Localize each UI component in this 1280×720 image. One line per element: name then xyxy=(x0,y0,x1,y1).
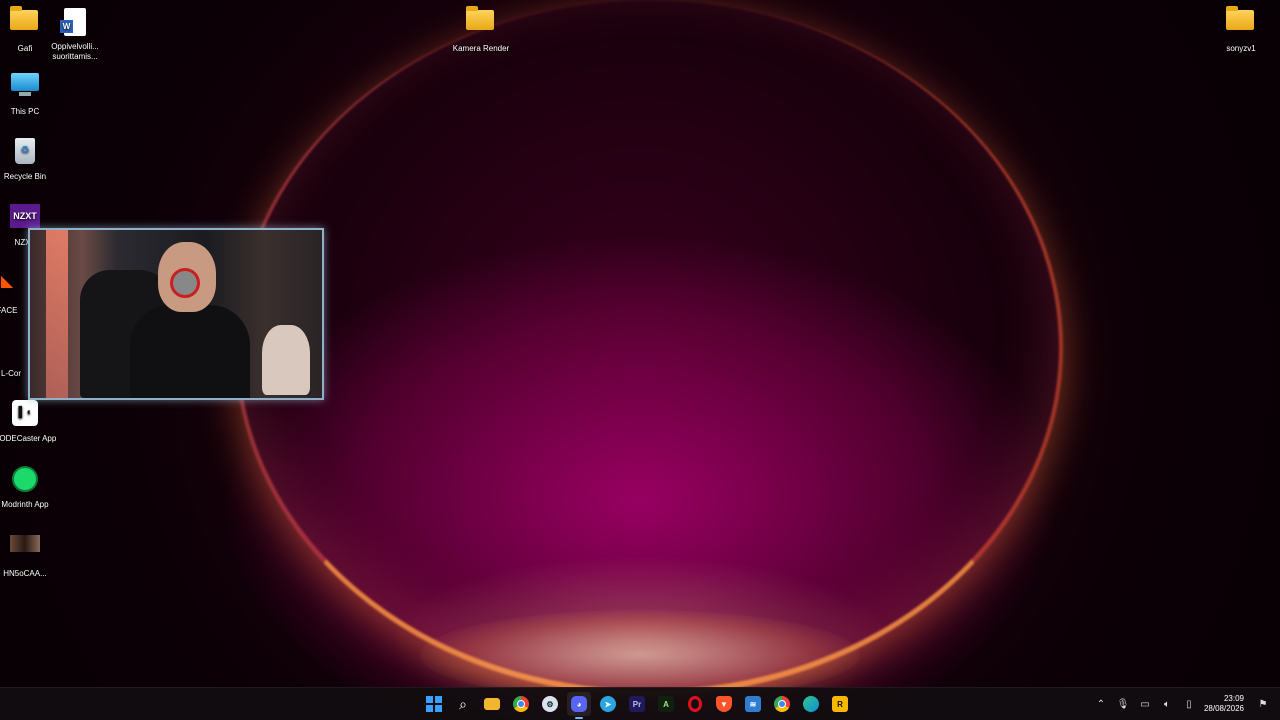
windows-start-icon xyxy=(426,696,442,712)
desktop-icon-label: HN5oCAA... xyxy=(3,569,47,578)
rodecaster-icon: ▌◖ xyxy=(10,400,40,430)
telegram-icon: ➤ xyxy=(600,696,616,712)
wallpaper-ring xyxy=(235,0,1063,696)
taskbar-telegram[interactable]: ➤ xyxy=(596,692,620,716)
desktop-icon-label: RODECaster App xyxy=(0,434,57,443)
taskbar-file-explorer[interactable] xyxy=(480,692,504,716)
l-connect-icon xyxy=(0,335,26,365)
taskbar-steam[interactable]: ⚙ xyxy=(538,692,562,716)
start-button[interactable] xyxy=(422,692,446,716)
battery-icon[interactable]: ▯ xyxy=(1182,699,1196,710)
taskbar-rockstar[interactable]: R xyxy=(828,692,852,716)
network-icon[interactable]: ▭ xyxy=(1138,699,1152,710)
taskbar-apps: ⌕ ⚙ ◕ ➤ Pr A ▼ ≋ R xyxy=(422,688,852,720)
clock-date: 28/08/2026 xyxy=(1203,704,1244,713)
desktop-icon-rodecaster[interactable]: ▌◖ RODECaster App xyxy=(0,396,57,444)
taskbar-discord[interactable]: ◕ xyxy=(567,692,591,719)
taskbar-brave[interactable]: ▼ xyxy=(712,692,736,716)
desktop-icon-label: This PC xyxy=(10,107,40,116)
desktop-icon-this-pc[interactable]: This PC xyxy=(0,69,57,117)
steam-icon: ⚙ xyxy=(542,696,558,712)
recycle-bin-icon: ♻ xyxy=(10,138,40,168)
clock-time: 23:09 xyxy=(1223,694,1244,703)
clock[interactable]: 23:09 28/08/2026 xyxy=(1204,694,1244,714)
desktop-icon-hn5ocaa[interactable]: HN5oCAA... xyxy=(0,527,57,579)
taskbar-a-app[interactable]: A xyxy=(654,692,678,716)
blue-app-icon: ≋ xyxy=(745,696,761,712)
monitor-icon xyxy=(10,73,40,103)
desktop-icon-label: Oppivelvolli... suorittamis... xyxy=(51,42,99,61)
chrome-icon xyxy=(774,696,790,712)
desktop-icon-oppivelvolli[interactable]: W Oppivelvolli... suorittamis... xyxy=(43,4,107,62)
rockstar-icon: R xyxy=(832,696,848,712)
opera-icon xyxy=(688,696,702,712)
chrome-icon xyxy=(513,696,529,712)
premiere-pro-icon: Pr xyxy=(629,696,645,712)
desktop-icon-modrinth[interactable]: Modrinth App xyxy=(0,462,57,510)
search-icon: ⌕ xyxy=(459,695,467,712)
taskbar-premiere-pro[interactable]: Pr xyxy=(625,692,649,716)
image-file-icon xyxy=(10,535,40,565)
volume-icon[interactable]: 🔈︎ xyxy=(1160,699,1174,710)
folder-icon xyxy=(10,6,40,40)
discord-icon: ◕ xyxy=(571,696,587,712)
folder-icon xyxy=(466,6,496,40)
word-document-icon: W xyxy=(60,8,90,38)
a-app-icon: A xyxy=(658,696,674,712)
desktop-icon-recycle-bin[interactable]: ♻ Recycle Bin xyxy=(0,134,57,182)
folder-icon xyxy=(1226,6,1256,40)
desktop-icon-label: Recycle Bin xyxy=(3,172,47,181)
desktop-icon-label: Kamera Render xyxy=(452,44,510,53)
faceit-icon: ◣ xyxy=(0,273,14,290)
notification-icon[interactable]: ⚑ xyxy=(1256,699,1270,710)
search-button[interactable]: ⌕ xyxy=(451,692,475,716)
edge-icon xyxy=(803,696,819,712)
desktop-icon-kamera-render[interactable]: Kamera Render xyxy=(449,4,513,54)
modrinth-icon xyxy=(10,466,40,496)
chevron-up-icon[interactable]: ⌃ xyxy=(1094,699,1108,710)
taskbar-blue-app[interactable]: ≋ xyxy=(741,692,765,716)
webcam-overlay xyxy=(28,228,324,400)
taskbar-edge[interactable] xyxy=(799,692,823,716)
taskbar-chrome-2[interactable] xyxy=(770,692,794,716)
desktop-icon-label: Modrinth App xyxy=(1,500,49,509)
nzxt-logo-text: NZXT xyxy=(10,204,40,228)
taskbar: ⌕ ⚙ ◕ ➤ Pr A ▼ ≋ R ⌃ 🎙︎ ▭ 🔈︎ ▯ 23:09 28/… xyxy=(0,687,1280,720)
desktop-icon-sonyzv1[interactable]: sonyzv1 xyxy=(1209,4,1273,54)
brave-icon: ▼ xyxy=(716,696,732,712)
taskbar-opera[interactable] xyxy=(683,692,707,716)
desktop-icon-label: sonyzv1 xyxy=(1226,44,1256,53)
system-tray: ⌃ 🎙︎ ▭ 🔈︎ ▯ 23:09 28/08/2026 ⚑ xyxy=(1094,688,1270,720)
desktop: Gafi W Oppivelvolli... suorittamis... Ka… xyxy=(0,0,1280,720)
taskbar-chrome[interactable] xyxy=(509,692,533,716)
microphone-icon[interactable]: 🎙︎ xyxy=(1116,699,1130,710)
folder-icon xyxy=(484,698,500,710)
